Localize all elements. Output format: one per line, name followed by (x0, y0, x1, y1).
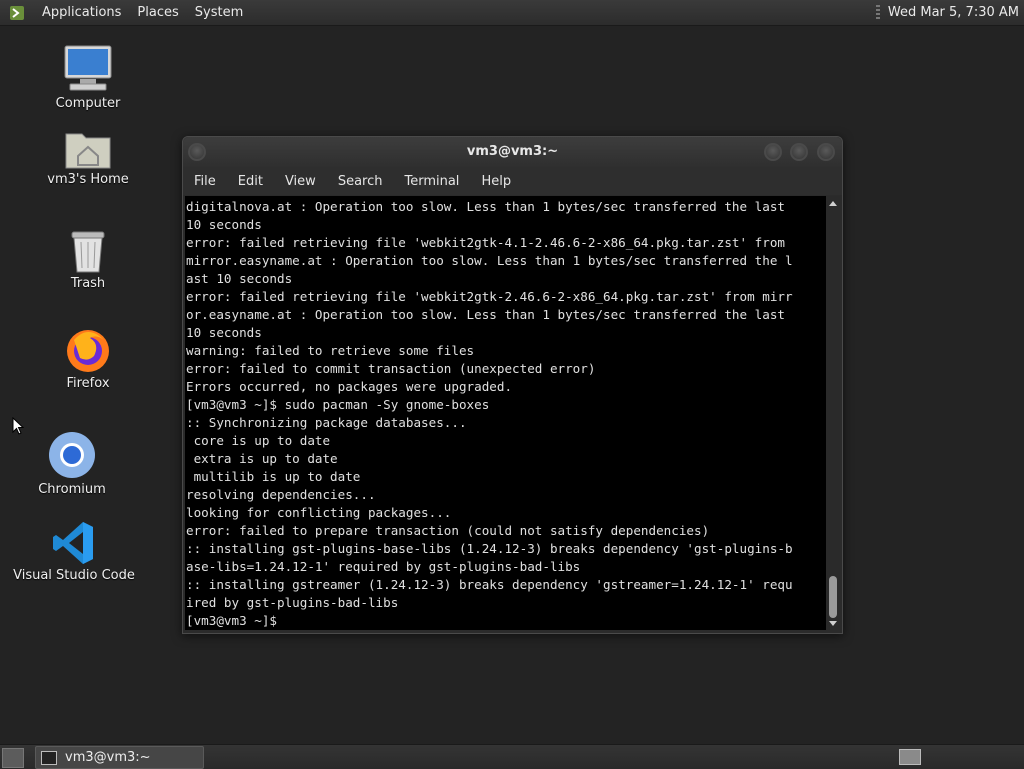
close-button[interactable] (817, 143, 835, 161)
terminal-lines: digitalnova.at : Operation too slow. Les… (185, 196, 826, 630)
system-menu[interactable]: System (187, 5, 251, 20)
terminal-line: :: installing gst-plugins-base-libs (1.2… (186, 541, 793, 556)
desktop-icon-firefox[interactable]: Firefox (23, 326, 153, 391)
workspace-switcher[interactable] (899, 749, 921, 765)
terminal-line: ast 10 seconds (186, 271, 293, 286)
computer-icon (64, 45, 112, 91)
desktop-icon-label: Trash (70, 276, 106, 291)
terminal-line: 10 seconds (186, 325, 262, 340)
menu-file[interactable]: File (183, 174, 227, 189)
terminal-line: error: failed to commit transaction (une… (186, 361, 596, 376)
scroll-down-arrow-icon[interactable] (829, 621, 837, 626)
mouse-pointer-icon (12, 417, 24, 435)
terminal-line: error: failed retrieving file 'webkit2gt… (186, 235, 785, 250)
clock[interactable]: Wed Mar 5, 7:30 AM (888, 5, 1019, 20)
desktop-icon-computer[interactable]: Computer (23, 44, 153, 111)
terminal-line: looking for conflicting packages... (186, 505, 452, 520)
menu-edit[interactable]: Edit (227, 174, 274, 189)
vscode-icon (53, 522, 93, 564)
taskbar-terminal-button[interactable]: vm3@vm3:~ (35, 746, 204, 769)
desktop-icon-vscode[interactable]: Visual Studio Code (9, 520, 139, 583)
chromium-icon (49, 432, 95, 478)
scrollbar-thumb[interactable] (829, 576, 837, 618)
firefox-icon (67, 330, 109, 372)
home-folder-icon (65, 133, 111, 169)
terminal-line: resolving dependencies... (186, 487, 376, 502)
desktop-icon-label: Visual Studio Code (13, 568, 135, 583)
maximize-button[interactable] (790, 143, 808, 161)
terminal-icon (41, 750, 57, 765)
terminal-line: error: failed retrieving file 'webkit2gt… (186, 289, 793, 304)
terminal-line: multilib is up to date (186, 469, 361, 484)
terminal-line: ase-libs=1.24.12-1' required by gst-plug… (186, 559, 581, 574)
terminal-line: digitalnova.at : Operation too slow. Les… (186, 199, 785, 214)
panel-separator (875, 4, 880, 21)
terminal-output[interactable]: digitalnova.at : Operation too slow. Les… (185, 196, 826, 630)
terminal-line: ired by gst-plugins-bad-libs (186, 595, 399, 610)
menu-terminal[interactable]: Terminal (393, 174, 470, 189)
window-title: vm3@vm3:~ (466, 144, 559, 159)
desktop-icon-label: Chromium (38, 482, 106, 497)
terminal-scrollbar[interactable] (826, 196, 840, 630)
minimize-button[interactable] (764, 143, 782, 161)
places-menu[interactable]: Places (129, 5, 186, 20)
applications-menu[interactable]: Applications (34, 5, 129, 20)
menu-view[interactable]: View (274, 174, 327, 189)
terminal-line: mirror.easyname.at : Operation too slow.… (186, 253, 793, 268)
desktop-icon-home[interactable]: vm3's Home (23, 128, 153, 187)
window-titlebar[interactable]: vm3@vm3:~ (183, 137, 842, 167)
terminal-line: :: Synchronizing package databases... (186, 415, 467, 430)
distro-logo-icon[interactable] (8, 4, 26, 22)
terminal-menubar: File Edit View Search Terminal Help (183, 167, 842, 195)
menu-help[interactable]: Help (470, 174, 522, 189)
terminal-line: 10 seconds (186, 217, 262, 232)
desktop-icon-label: vm3's Home (47, 172, 129, 187)
terminal-line: Errors occurred, no packages were upgrad… (186, 379, 513, 394)
terminal-line: :: installing gstreamer (1.24.12-3) brea… (186, 577, 793, 592)
desktop-icon-trash[interactable]: Trash (23, 228, 153, 291)
terminal-line: core is up to date (186, 433, 331, 448)
terminal-window[interactable]: vm3@vm3:~ File Edit View Search Terminal… (182, 136, 843, 634)
terminal-line: [vm3@vm3 ~]$ sudo pacman -Sy gnome-boxes (186, 397, 490, 412)
bottom-panel: vm3@vm3:~ (0, 744, 1024, 769)
terminal-line: extra is up to date (186, 451, 338, 466)
terminal-line: or.easyname.at : Operation too slow. Les… (186, 307, 785, 322)
desktop-icon-label: Firefox (66, 376, 110, 391)
scroll-up-arrow-icon[interactable] (829, 201, 837, 206)
top-panel: Applications Places System Wed Mar 5, 7:… (0, 0, 1024, 26)
terminal-line: error: failed to prepare transaction (co… (186, 523, 710, 538)
terminal-line: [vm3@vm3 ~]$ (186, 613, 285, 628)
taskbar-label: vm3@vm3:~ (65, 750, 151, 765)
terminal-line: warning: failed to retrieve some files (186, 343, 475, 358)
desktop-icon-chromium[interactable]: Chromium (7, 430, 137, 497)
menu-search[interactable]: Search (327, 174, 394, 189)
desktop-icon-label: Computer (55, 96, 121, 111)
show-desktop-icon[interactable] (2, 748, 24, 768)
trash-icon (71, 231, 105, 273)
